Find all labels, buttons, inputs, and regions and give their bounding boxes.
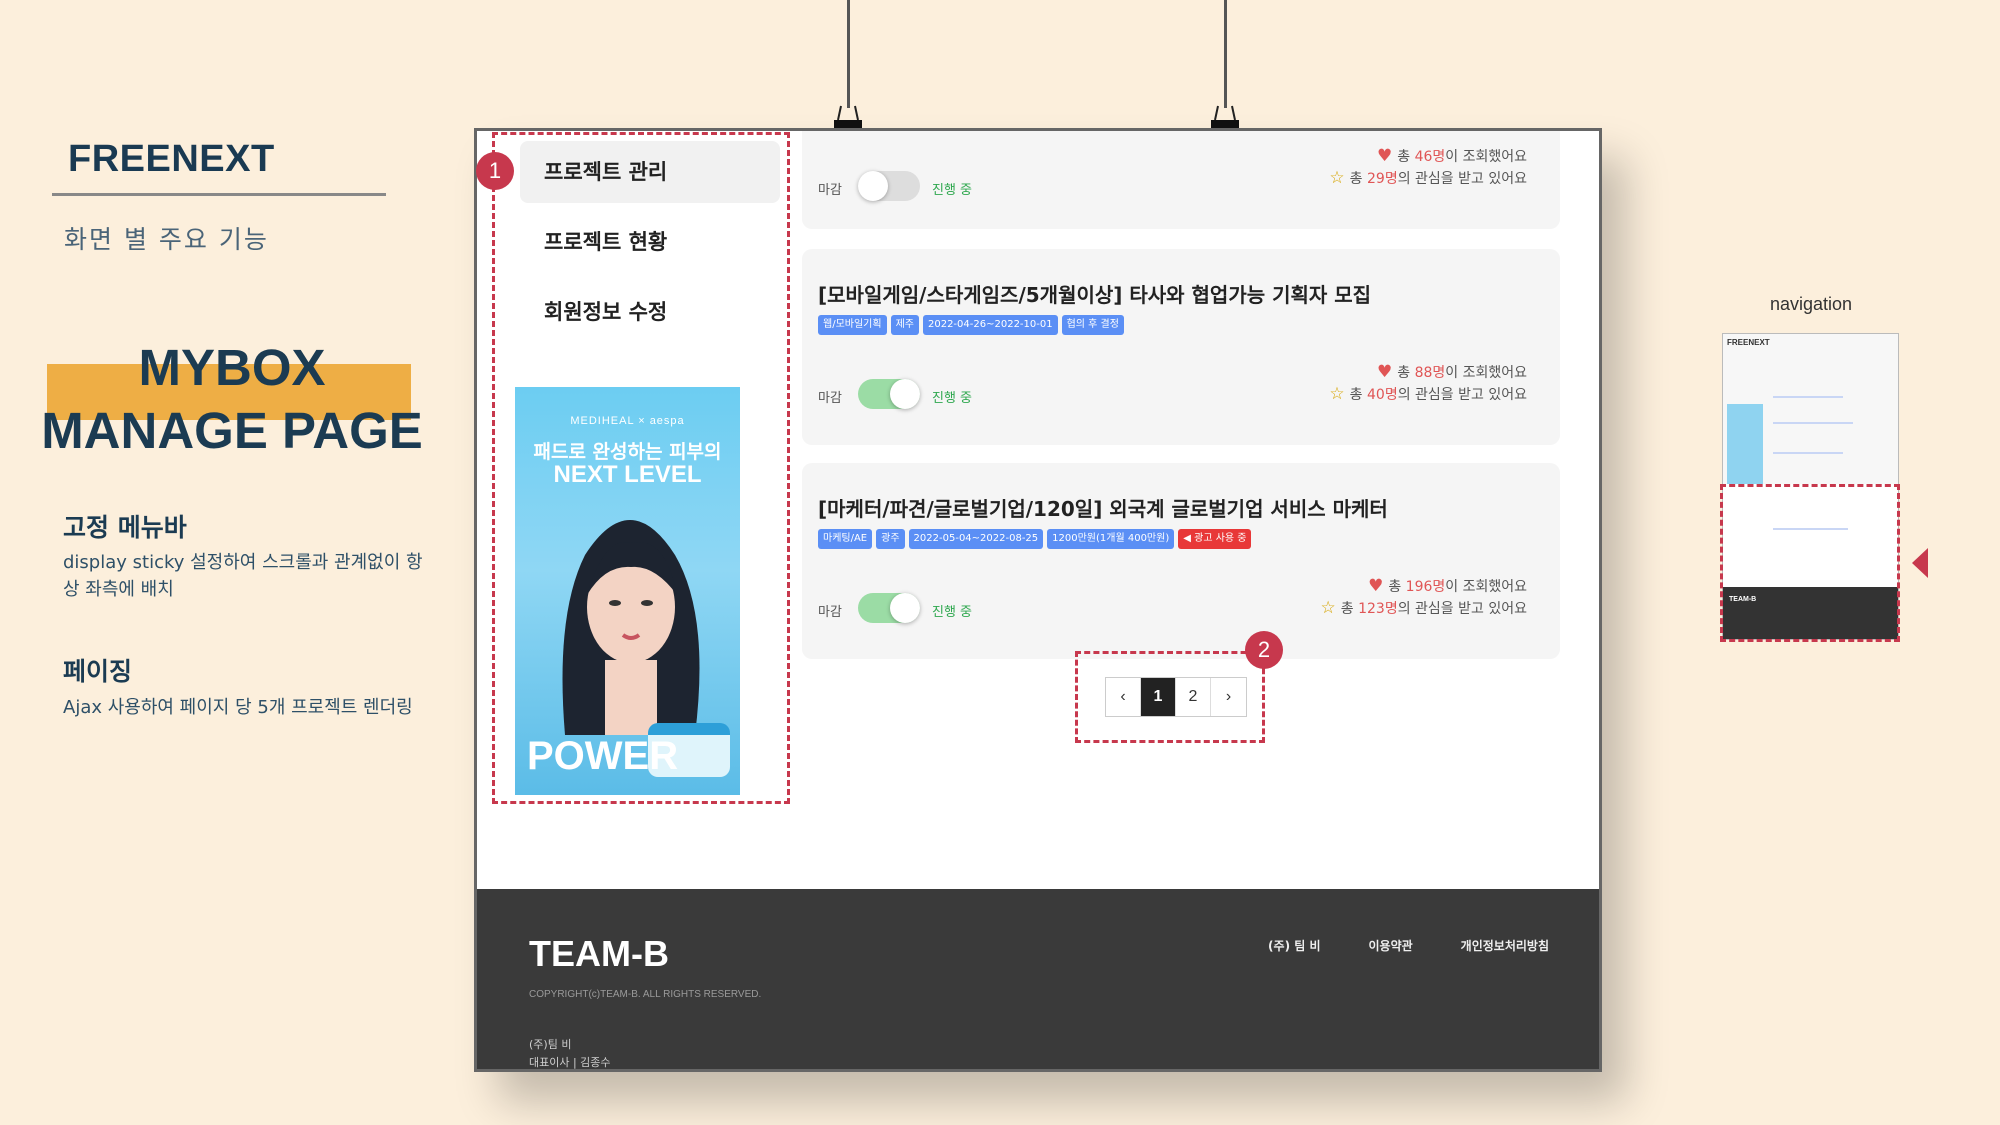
- project-tags: 웹/모바일기획 제주 2022-04-26~2022-10-01 협의 후 결정: [818, 315, 1124, 335]
- views-stat: ♥ 총 46명이 조회했어요: [1376, 146, 1527, 166]
- callout-paging-box: [1075, 651, 1265, 743]
- deadline-label: 마감: [818, 183, 842, 198]
- footer-link-terms[interactable]: 이용약관: [1369, 937, 1413, 954]
- likes-stat: ☆ 총 29명의 관심을 받고 있어요: [1329, 168, 1527, 188]
- tag-category: 웹/모바일기획: [818, 315, 887, 335]
- deadline-toggle[interactable]: [858, 593, 920, 623]
- thumbnail-page-top: FREENEXT: [1723, 334, 1898, 484]
- footer-company-info: (주)팀 비 대표이사 | 김종수: [529, 1036, 611, 1069]
- footer-links: (주) 팀 비 이용약관 개인정보처리방침: [1268, 937, 1549, 954]
- navigation-viewport-indicator: [1720, 484, 1900, 642]
- footer-logo: TEAM-B: [529, 933, 669, 974]
- thumbnail-tag-line: [1773, 422, 1853, 424]
- status-text: 진행 중: [932, 391, 973, 406]
- callout-badge-2: 2: [1245, 631, 1283, 669]
- tag-ad-active: ◀ 광고 사용 중: [1178, 529, 1252, 549]
- brand-divider: [52, 193, 386, 196]
- deadline-label: 마감: [818, 391, 842, 406]
- project-card[interactable]: [모바일게임/스타게임즈/5개월이상] 타사와 협업가능 기획자 모집 웹/모바…: [802, 249, 1560, 445]
- site-footer: TEAM-B COPYRIGHT(c)TEAM-B. ALL RIGHTS RE…: [477, 889, 1599, 1069]
- thumbnail-tag-line: [1773, 452, 1843, 454]
- tag-location: 광주: [876, 529, 905, 549]
- feature-title-paging: 페이징: [63, 657, 133, 686]
- project-card: 마감 진행 중 ♥ 총 46명이 조회했어요 ☆ 총 29명의 관심을 받고 있…: [802, 131, 1560, 229]
- feature-title-sticky-menu: 고정 메뉴바: [63, 513, 187, 542]
- page-title-line2: MANAGE PAGE: [41, 402, 423, 459]
- page-title-line1: MYBOX: [138, 339, 326, 396]
- tag-location: 제주: [890, 315, 919, 335]
- project-card[interactable]: [마케터/파견/글로벌기업/120일] 외국계 글로벌기업 서비스 마케터 마케…: [802, 463, 1560, 659]
- section-subtitle: 화면 별 주요 기능: [64, 225, 269, 254]
- hanging-wire-left: [847, 0, 850, 108]
- star-icon: ☆: [1320, 598, 1336, 618]
- project-tags: 마케팅/AE 광주 2022-05-04~2022-08-25 1200만원(1…: [818, 529, 1252, 549]
- tag-period: 2022-05-04~2022-08-25: [908, 529, 1044, 549]
- star-icon: ☆: [1329, 384, 1345, 404]
- arrow-left-icon: [1912, 548, 1928, 578]
- thumbnail-ad: [1727, 404, 1763, 484]
- hanging-wire-right: [1224, 0, 1227, 108]
- thumbnail-tag-line: [1773, 396, 1843, 398]
- navigation-label: navigation: [1770, 294, 1853, 314]
- callout-sticky-menu-box: [492, 132, 790, 804]
- tag-budget: 협의 후 결정: [1061, 315, 1124, 335]
- brand-title: FREENEXT: [68, 138, 275, 180]
- tag-category: 마케팅/AE: [818, 529, 873, 549]
- tag-period: 2022-04-26~2022-10-01: [922, 315, 1058, 335]
- heart-icon: ♥: [1376, 362, 1393, 382]
- project-title[interactable]: [모바일게임/스타게임즈/5개월이상] 타사와 협업가능 기획자 모집: [818, 279, 1371, 308]
- deadline-toggle[interactable]: [858, 171, 920, 201]
- likes-stat: ☆ 총 123명의 관심을 받고 있어요: [1320, 598, 1527, 618]
- deadline-toggle[interactable]: [858, 379, 920, 409]
- star-icon: ☆: [1329, 168, 1345, 188]
- feature-desc-sticky-menu: display sticky 설정하여 스크롤과 관계없이 항상 좌측에 배치: [63, 552, 423, 600]
- callout-badge-1: 1: [476, 152, 514, 190]
- footer-ceo: 대표이사 | 김종수: [529, 1056, 611, 1069]
- views-stat: ♥ 총 196명이 조회했어요: [1368, 576, 1527, 596]
- project-title[interactable]: [마케터/파견/글로벌기업/120일] 외국계 글로벌기업 서비스 마케터: [818, 493, 1388, 522]
- heart-icon: ♥: [1368, 576, 1384, 596]
- feature-desc-paging: Ajax 사용하여 페이지 당 5개 프로젝트 렌더링: [63, 697, 413, 718]
- status-text: 진행 중: [932, 605, 973, 620]
- likes-stat: ☆ 총 40명의 관심을 받고 있어요: [1329, 384, 1527, 404]
- status-text: 진행 중: [932, 183, 973, 198]
- footer-link-company[interactable]: (주) 팀 비: [1268, 937, 1320, 954]
- footer-copyright: COPYRIGHT(c)TEAM-B. ALL RIGHTS RESERVED.: [529, 989, 762, 1000]
- thumbnail-logo: FREENEXT: [1727, 338, 1770, 347]
- page-title: MYBOX MANAGE PAGE: [40, 336, 424, 462]
- deadline-label: 마감: [818, 605, 842, 620]
- tag-budget: 1200만원(1개월 400만원): [1047, 529, 1175, 549]
- heart-icon: ♥: [1376, 146, 1393, 166]
- footer-company-name: (주)팀 비: [529, 1038, 572, 1051]
- footer-link-privacy[interactable]: 개인정보처리방침: [1461, 937, 1549, 954]
- views-stat: ♥ 총 88명이 조회했어요: [1376, 362, 1527, 382]
